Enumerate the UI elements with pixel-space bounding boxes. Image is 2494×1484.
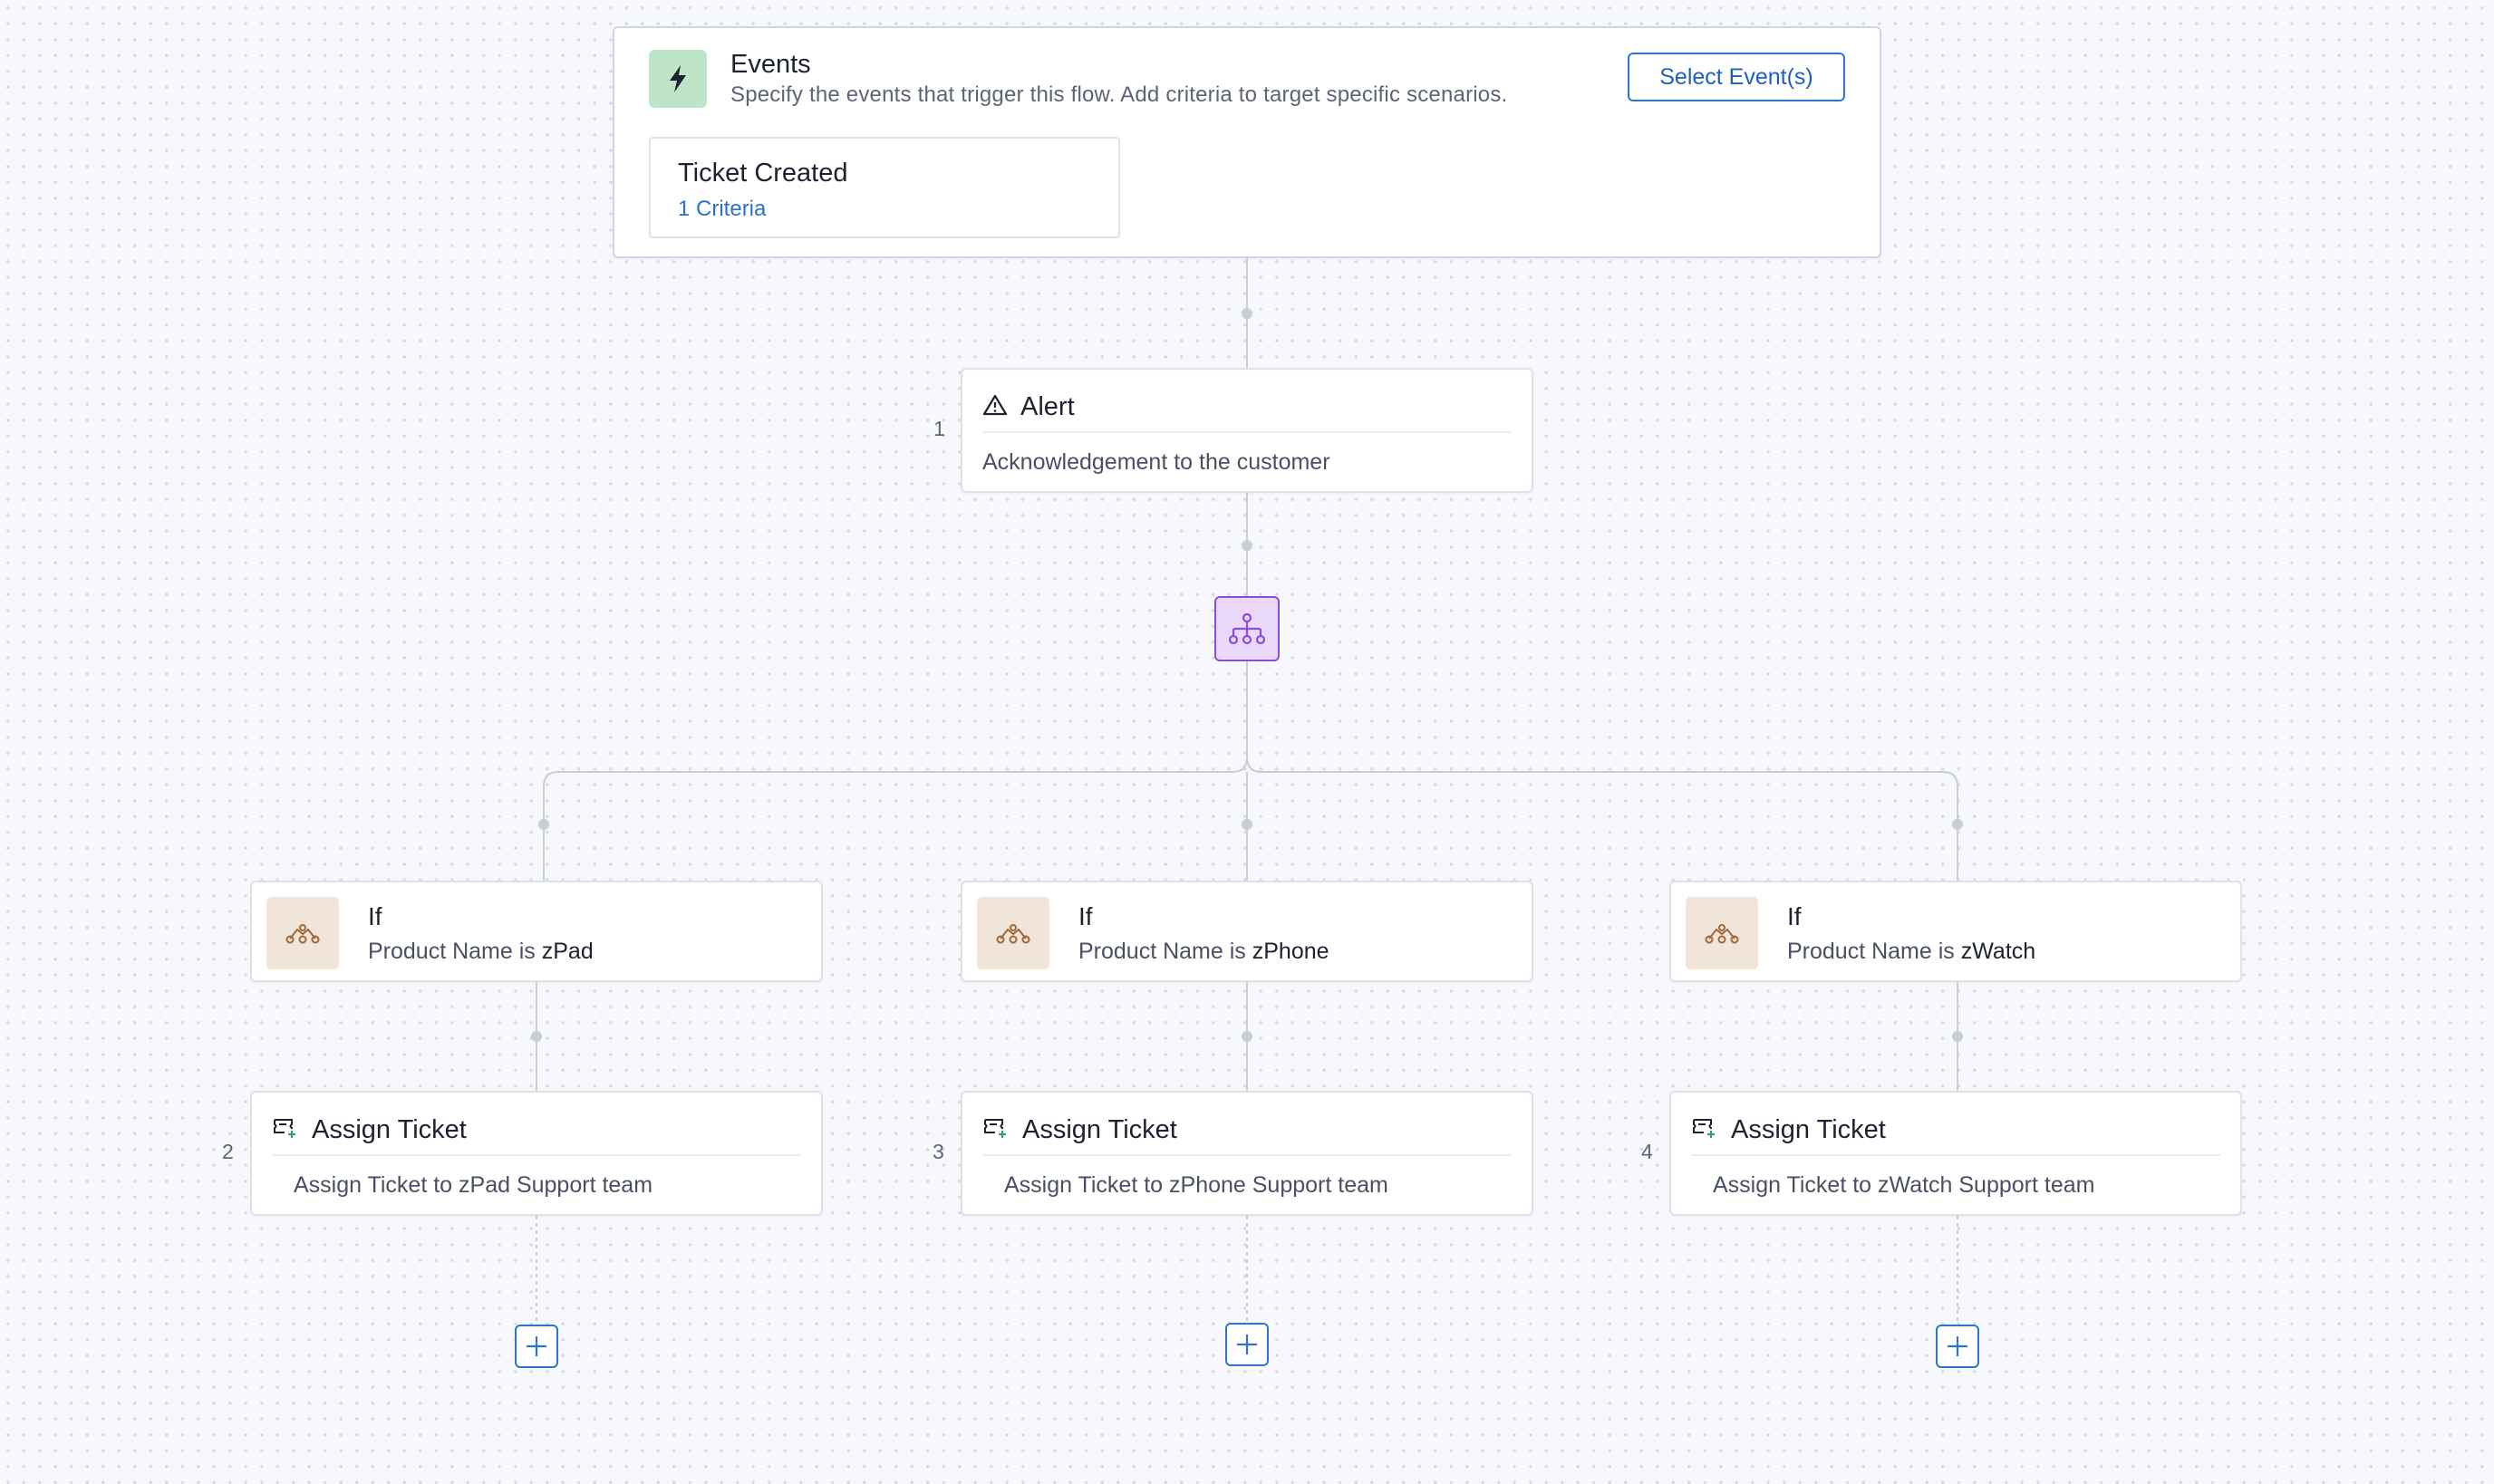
add-step-button[interactable] [1936,1325,1979,1368]
assign-ticket-header: Assign Ticket [982,1105,1512,1156]
trigger-criteria-link[interactable]: 1 Criteria [678,197,766,222]
condition-title: If [1787,902,1802,930]
alert-header: Alert [982,382,1512,433]
condition-card-zphone[interactable]: If Product Name is zPhone [961,881,1533,982]
trigger-event-card[interactable]: Ticket Created 1 Criteria [649,137,1120,238]
plus-icon [1237,1335,1257,1354]
alert-action-card[interactable]: Alert Acknowledgement to the customer [961,368,1533,493]
add-step-button[interactable] [1225,1323,1269,1366]
assign-ticket-card-zpad[interactable]: Assign Ticket Assign Ticket to zPad Supp… [250,1091,823,1216]
condition-field: Product Name is [368,939,536,964]
alert-description: Acknowledgement to the customer [982,449,1330,475]
assign-ticket-card-zwatch[interactable]: Assign Ticket Assign Ticket to zWatch Su… [1669,1091,2242,1216]
alert-title: Alert [1020,391,1075,421]
condition-value: zWatch [1960,939,2036,964]
plus-icon [527,1336,546,1356]
condition-text: Product Name is zPhone [1078,939,1329,965]
condition-icon [977,897,1049,969]
step-number: 3 [933,1140,944,1163]
assign-ticket-card-zphone[interactable]: Assign Ticket Assign Ticket to zPhone Su… [961,1091,1533,1216]
events-title: Events [730,50,811,79]
ticket-assign-icon [1691,1116,1718,1144]
ticket-assign-icon [982,1116,1010,1144]
condition-icon [1686,897,1758,969]
assign-ticket-description: Assign Ticket to zPad Support team [294,1172,653,1198]
condition-field: Product Name is [1078,939,1246,964]
condition-title: If [1078,902,1093,930]
condition-card-zwatch[interactable]: If Product Name is zWatch [1669,881,2242,982]
ticket-assign-icon [272,1116,299,1144]
step-number: 4 [1641,1140,1653,1163]
assign-ticket-header: Assign Ticket [272,1105,801,1156]
branch-hierarchy-icon [1228,612,1266,645]
condition-text: Product Name is zWatch [1787,939,2035,965]
condition-icon [266,897,339,969]
trigger-event-name: Ticket Created [678,159,848,188]
condition-text: Product Name is zPad [368,939,594,965]
events-description: Specify the events that trigger this flo… [730,82,1508,107]
step-number: 1 [933,417,945,440]
flow-canvas: Events Specify the events that trigger t… [0,0,2494,1484]
add-step-button[interactable] [515,1325,558,1368]
plus-icon [1948,1336,1967,1356]
assign-ticket-title: Assign Ticket [1731,1114,1886,1144]
condition-value: zPhone [1252,939,1329,964]
assign-ticket-header: Assign Ticket [1691,1105,2220,1156]
assign-ticket-description: Assign Ticket to zPhone Support team [1004,1172,1388,1198]
branch-node[interactable] [1214,596,1280,661]
warning-triangle-icon [982,393,1008,421]
condition-value: zPad [541,939,594,964]
condition-title: If [368,902,382,930]
assign-ticket-title: Assign Ticket [1022,1114,1177,1144]
events-card: Events Specify the events that trigger t… [613,26,1881,258]
assign-ticket-description: Assign Ticket to zWatch Support team [1713,1172,2095,1198]
lightning-icon [649,50,707,108]
assign-ticket-title: Assign Ticket [312,1114,467,1144]
select-events-button[interactable]: Select Event(s) [1628,53,1845,101]
step-number: 2 [222,1140,234,1163]
condition-field: Product Name is [1787,939,1955,964]
condition-card-zpad[interactable]: If Product Name is zPad [250,881,823,982]
